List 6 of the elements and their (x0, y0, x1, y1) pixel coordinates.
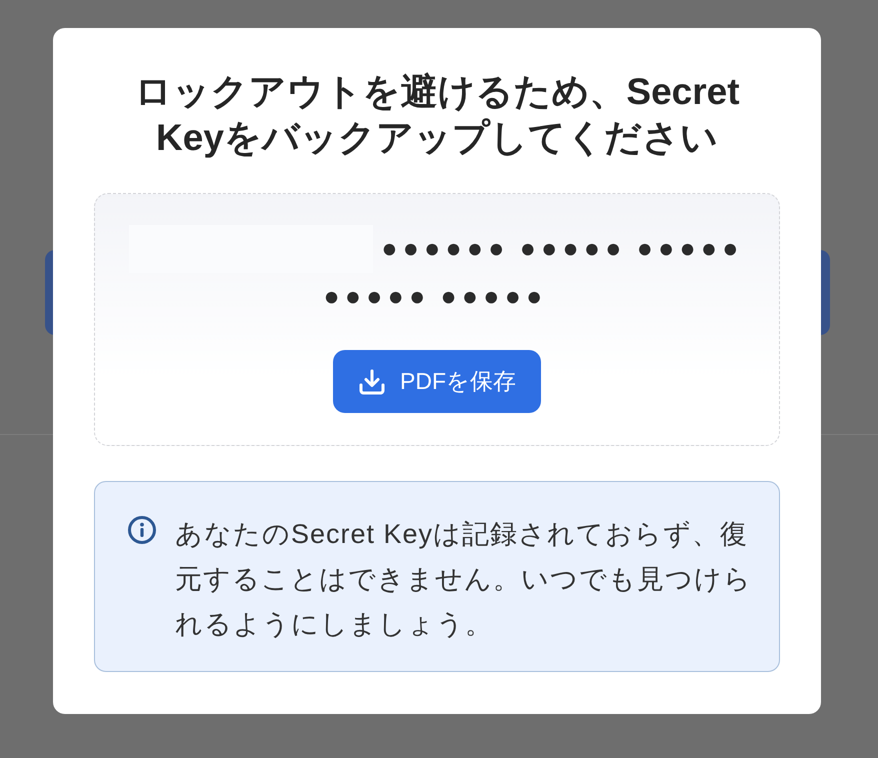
masked-secret-key: ●●●●●● ●●●●● ●●●●● ●●●●● ●●●●● (325, 240, 746, 306)
save-pdf-button[interactable]: PDFを保存 (333, 350, 541, 414)
info-icon (128, 516, 156, 544)
download-icon (358, 368, 386, 396)
notice-text: あなたのSecret Keyは記録されておらず、復元することはできません。いつでも見つけられるようにしましょう。 (175, 518, 753, 642)
dialog-title: ロックアウトを避けるため、Secret Keyをバックアップしてください (133, 70, 741, 160)
